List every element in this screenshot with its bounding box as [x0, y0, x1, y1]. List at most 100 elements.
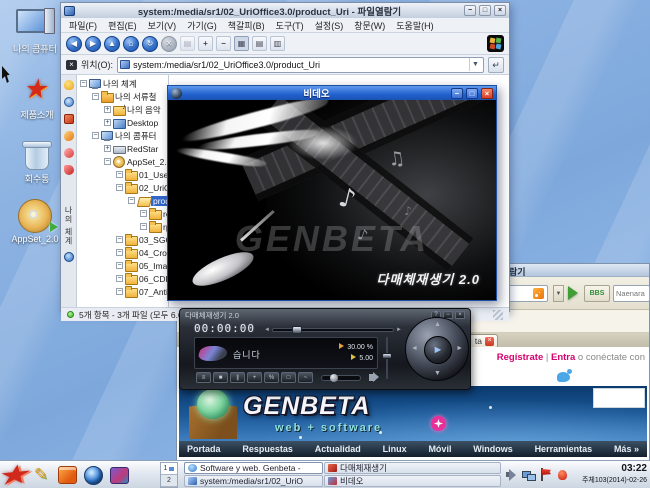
menu-item[interactable]: 도구(T): [276, 19, 304, 32]
menu-item[interactable]: 창문(W): [354, 19, 385, 32]
seek-back-icon[interactable]: ◄: [264, 327, 270, 333]
nav-item[interactable]: Móvil: [428, 444, 451, 454]
network-tab-icon[interactable]: [63, 131, 74, 141]
close-button[interactable]: ×: [481, 87, 493, 99]
go-button[interactable]: [568, 286, 578, 300]
menu-item[interactable]: 보기(V): [148, 19, 177, 32]
task-button[interactable]: 비데오: [324, 475, 501, 487]
task-button[interactable]: Software y web. Genbeta -: [184, 462, 323, 474]
volume-icon[interactable]: [505, 468, 518, 481]
tree-item[interactable]: RedStar: [77, 142, 168, 155]
minimize-button[interactable]: −: [451, 87, 463, 99]
menu-item[interactable]: 가기(G): [187, 19, 217, 32]
tree-item[interactable]: 나의 체계: [77, 77, 168, 90]
player-control-button[interactable]: ≡: [196, 372, 211, 383]
location-combobox[interactable]: system:/media/sr1/02_UriOffice3.0/produc…: [117, 56, 484, 73]
tree-item[interactable]: rpms: [77, 220, 168, 233]
menu-item[interactable]: 파일(F): [69, 19, 97, 32]
toolbar-button[interactable]: ▥: [270, 36, 285, 51]
maximize-button[interactable]: □: [466, 87, 478, 99]
toolbar-button[interactable]: ✕: [161, 35, 177, 52]
tree-expander[interactable]: [116, 288, 123, 295]
minimize-button[interactable]: −: [464, 5, 476, 16]
root-tab-icon[interactable]: [63, 252, 74, 263]
tree-item[interactable]: 03_SGOffice: [77, 233, 168, 246]
network-icon[interactable]: [522, 468, 536, 481]
tree-item[interactable]: 06_CDDVD_: [77, 272, 168, 285]
tree-item[interactable]: AppSet_2.0: [77, 155, 168, 168]
pad-up-button[interactable]: ▲: [434, 321, 441, 328]
toolbar-button[interactable]: ⌂: [123, 35, 139, 52]
register-link[interactable]: Regístrate: [497, 352, 543, 363]
pager-desktop[interactable]: 1: [161, 463, 177, 475]
flag-icon[interactable]: [539, 468, 552, 481]
player-control-button[interactable]: %: [264, 372, 279, 383]
volume-thumb[interactable]: [382, 353, 392, 359]
toolbar-button[interactable]: +: [198, 36, 213, 51]
nav-item[interactable]: Linux: [383, 444, 407, 454]
pad-left-button[interactable]: ◄: [411, 345, 418, 352]
address-dropdown-button[interactable]: ▼: [553, 285, 564, 302]
toolbar-button[interactable]: ◀: [66, 35, 82, 52]
location-dropdown-icon[interactable]: ▼: [469, 58, 481, 71]
login-link[interactable]: Entra: [551, 352, 575, 363]
toolbar-button[interactable]: ▤: [180, 36, 195, 51]
tree-expander[interactable]: [116, 236, 123, 243]
genbeta-logo-text[interactable]: GENBETA: [243, 392, 370, 421]
location-go-button[interactable]: ↵: [488, 56, 504, 73]
tree-expander[interactable]: [116, 184, 123, 191]
tree-expander[interactable]: [140, 223, 147, 230]
nav-item[interactable]: Herramientas: [535, 444, 593, 454]
devices-tab-icon[interactable]: [63, 148, 74, 158]
menu-item[interactable]: 설정(S): [315, 19, 344, 32]
tree-item[interactable]: 02_UriOffice: [77, 181, 168, 194]
video-titlebar[interactable]: 비데오 − □ ×: [168, 86, 496, 100]
file-manager-titlebar[interactable]: system:/media/sr1/02_UriOffice3.0/produc…: [61, 3, 509, 18]
tree-expander[interactable]: [140, 210, 147, 217]
toolbar-button[interactable]: ▦: [234, 36, 249, 51]
player-control-button[interactable]: ■: [213, 372, 228, 383]
tree-expander[interactable]: [80, 80, 87, 87]
seek-slider[interactable]: ◄ ►: [264, 325, 402, 334]
tree-expander[interactable]: [92, 132, 99, 139]
tree-expander[interactable]: [116, 171, 123, 178]
volume-slider[interactable]: [382, 337, 392, 379]
tree-item[interactable]: product_U: [77, 194, 168, 207]
maximize-button[interactable]: □: [479, 5, 491, 16]
services-tab-icon[interactable]: [63, 114, 74, 124]
rss-icon[interactable]: [533, 288, 544, 299]
task-button[interactable]: system:/media/sr1/02_UriO: [184, 475, 323, 487]
clear-location-button[interactable]: [66, 59, 77, 70]
quick-launch-button[interactable]: [2, 463, 28, 487]
sidebar-tab-label[interactable]: 나의 체계: [63, 206, 74, 245]
toolbar-button[interactable]: ↻: [142, 35, 158, 52]
desktop-icon-my-computer[interactable]: 나의 콤퓨터: [6, 6, 64, 55]
quick-launch-button[interactable]: [80, 463, 106, 487]
tree-expander[interactable]: [104, 145, 111, 152]
tree-item[interactable]: repodat: [77, 207, 168, 220]
desktop-icon-trash[interactable]: 회수통: [8, 136, 66, 185]
quick-launch-button[interactable]: [106, 463, 132, 487]
seek-forward-icon[interactable]: ►: [396, 327, 402, 333]
menu-item[interactable]: 책갈피(B): [228, 19, 265, 32]
twitter-icon[interactable]: [557, 369, 572, 382]
menu-item[interactable]: 도움말(H): [396, 19, 433, 32]
seek-track[interactable]: [271, 325, 395, 334]
tree-expander[interactable]: [104, 106, 111, 113]
tree-expander[interactable]: [104, 158, 111, 165]
nav-item[interactable]: Más »: [614, 444, 639, 454]
desktop-icon-product-intro[interactable]: ★ 제품소개: [8, 72, 66, 121]
player-control-button[interactable]: +: [247, 372, 262, 383]
pager-desktop[interactable]: 2: [161, 475, 177, 487]
nav-item[interactable]: Windows: [473, 444, 512, 454]
nav-item[interactable]: Portada: [187, 444, 221, 454]
clock[interactable]: 03:22 주체103(2014)-02-26: [561, 463, 647, 487]
tree-expander[interactable]: [104, 119, 111, 126]
desktop-icon-appset-cd[interactable]: AppSet_2.0: [6, 198, 64, 244]
close-button[interactable]: ×: [494, 5, 506, 16]
tree-expander[interactable]: [116, 262, 123, 269]
tree-expander[interactable]: [116, 249, 123, 256]
tree-item[interactable]: 05_ImagePr: [77, 259, 168, 272]
task-button[interactable]: 다매체재생기: [324, 462, 501, 474]
pad-down-button[interactable]: ▼: [434, 370, 441, 377]
